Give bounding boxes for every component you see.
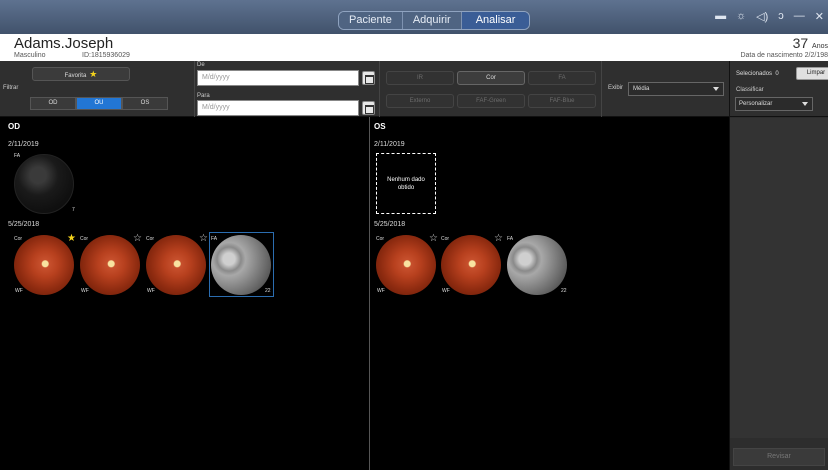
thumb-corner: WF (15, 288, 23, 294)
tab-analisar[interactable]: Analisar (461, 12, 530, 29)
eye-od-button[interactable]: OD (30, 97, 76, 110)
selection-sidebar: Selecionados 0 Limpar Classificar Person… (729, 61, 828, 470)
no-data-placeholder: Nenhum dado obtido (376, 153, 436, 214)
thumb-caption: FA (14, 153, 21, 159)
thumb-corner: WF (81, 288, 89, 294)
top-bar: Paciente Adquirir Analisar ▬ ☼ ◁) ↄ — ✕ (0, 0, 828, 34)
eye-os-button[interactable]: OS (122, 97, 168, 110)
volume-icon[interactable]: ◁) (756, 10, 768, 23)
favorite-star-icon[interactable]: ☆ (133, 234, 142, 244)
patient-age: 37 Anos (793, 35, 828, 51)
favorite-star-icon[interactable]: ☆ (494, 234, 503, 244)
modality-ir-button[interactable]: IR (386, 71, 454, 85)
mode-switcher: Paciente Adquirir Analisar (338, 11, 531, 30)
divider (379, 61, 380, 117)
divider (601, 61, 602, 117)
age-value: 37 (792, 35, 809, 51)
from-label: De (197, 62, 205, 68)
tab-paciente[interactable]: Paciente (339, 12, 403, 29)
thumb-corner: WF (147, 288, 155, 294)
selected-label: Selecionados (736, 71, 773, 77)
thumb-caption: FA (211, 236, 218, 242)
eye-ou-button[interactable]: OU (76, 97, 122, 110)
selected-images-list[interactable] (730, 118, 828, 438)
os-title: OS (374, 122, 386, 131)
minimize-icon[interactable]: — (794, 10, 805, 23)
patient-dob: Data de nascimento 2/2/198 (740, 52, 828, 59)
patient-id: ID:1815936029 (82, 52, 130, 59)
favorite-star-icon[interactable]: ☆ (199, 234, 208, 244)
favorite-label: Favorita (64, 73, 87, 79)
modality-faf-blue-button[interactable]: FAF-Blue (528, 94, 596, 108)
patient-sex: Masculino (14, 52, 46, 59)
thumb-caption: Cor (80, 236, 89, 242)
fundus-thumbnail[interactable] (14, 154, 74, 214)
favorite-filter-button[interactable]: Favorita ★ (32, 67, 130, 81)
exam-date: 2/11/2019 (8, 141, 39, 148)
image-count: 7 (72, 207, 75, 213)
eye-selector: OD OU OS (30, 97, 168, 110)
od-panel: OD 2/11/2019 FA 7 5/25/2018 Cor WF ★ Cor… (0, 117, 368, 470)
chevron-down-icon (802, 102, 808, 106)
modality-cor-button[interactable]: Cor (457, 71, 525, 85)
thumb-caption: FA (507, 236, 514, 242)
thumb-caption: Cor (376, 236, 385, 242)
display-label: Exibir (608, 85, 624, 91)
sort-label: Classificar (736, 87, 764, 93)
os-panel: OS 2/11/2019 Nenhum dado obtido 5/25/201… (369, 117, 729, 470)
chevron-down-icon (713, 87, 719, 91)
exam-date: 5/25/2018 (374, 221, 406, 228)
fundus-thumbnail[interactable] (211, 235, 271, 295)
thumb-caption: Cor (14, 236, 23, 242)
display-select[interactable]: Média (628, 82, 724, 96)
favorite-star-icon[interactable]: ★ (67, 234, 76, 244)
fundus-thumbnail[interactable] (14, 235, 74, 295)
patient-header: Adams.Joseph Masculino ID:1815936029 37 … (0, 34, 828, 61)
fundus-thumbnail[interactable] (80, 235, 140, 295)
sidebar-header: Selecionados 0 Limpar Classificar Person… (730, 61, 828, 117)
window-controls: ▬ ☼ ◁) ↄ — ✕ (715, 10, 824, 23)
selected-count: Selecionados 0 (736, 71, 779, 77)
fundus-thumbnail[interactable] (507, 235, 567, 295)
selected-value: 0 (775, 71, 779, 77)
thumb-corner: WF (442, 288, 450, 294)
image-count: 22 (561, 288, 567, 294)
clear-button[interactable]: Limpar (796, 67, 828, 80)
od-title: OD (8, 122, 20, 131)
sort-select[interactable]: Personalizar (735, 97, 813, 111)
fundus-thumbnail[interactable] (146, 235, 206, 295)
from-date-input[interactable]: M/d/yyyy (197, 70, 359, 86)
star-icon: ★ (89, 69, 98, 79)
exam-date: 5/25/2018 (8, 221, 40, 228)
age-unit: Anos (812, 43, 828, 50)
fundus-thumbnail[interactable] (376, 235, 436, 295)
thumb-corner: WF (377, 288, 385, 294)
monitor-icon[interactable]: ▬ (715, 10, 726, 23)
thumb-caption: Cor (441, 236, 450, 242)
filter-label: Filtrar (3, 85, 19, 91)
patient-name: Adams.Joseph (14, 35, 114, 52)
modality-externo-button[interactable]: Externo (386, 94, 454, 108)
close-icon[interactable]: ✕ (815, 10, 824, 23)
favorite-star-icon[interactable]: ☆ (429, 234, 438, 244)
calendar-icon[interactable] (362, 101, 375, 115)
image-count: 22 (265, 288, 271, 294)
fundus-thumbnail[interactable] (441, 235, 501, 295)
modality-fa-button[interactable]: FA (528, 71, 596, 85)
modality-faf-green-button[interactable]: FAF-Green (457, 94, 525, 108)
calendar-icon[interactable] (362, 71, 375, 85)
display-value: Média (633, 86, 650, 92)
to-date-input[interactable]: M/d/yyyy (197, 100, 359, 116)
divider (194, 61, 195, 117)
thumb-caption: Cor (146, 236, 155, 242)
to-label: Para (197, 93, 210, 99)
wrench-icon[interactable]: ↄ (778, 10, 784, 23)
exam-date: 2/11/2019 (374, 141, 405, 148)
brightness-icon[interactable]: ☼ (736, 10, 746, 23)
tab-adquirir[interactable]: Adquirir (402, 12, 462, 29)
review-button[interactable]: Revisar (733, 448, 825, 466)
sort-value: Personalizar (739, 101, 773, 107)
